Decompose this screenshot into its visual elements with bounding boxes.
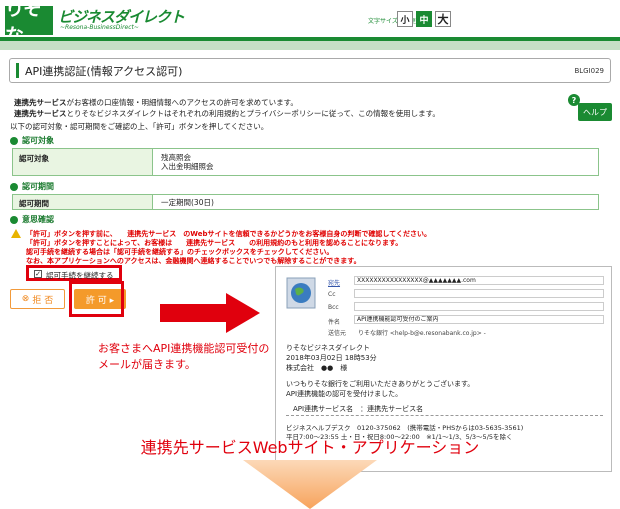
- service-name: 連携先サービス: [14, 109, 67, 118]
- section-consent-heading: 意思確認: [10, 214, 54, 225]
- brand: ビジネスダイレクト ~Resona-BusinessDirect~: [58, 6, 188, 35]
- font-size-medium-button[interactable]: 中: [416, 11, 432, 27]
- screen-code: BLGI029: [574, 67, 604, 75]
- section-label: 認可期間: [22, 182, 54, 191]
- email-body-line: API連携機能の認可を受付けました。: [286, 390, 403, 398]
- service-name: 連携先サービス: [14, 98, 67, 107]
- intro-line-1: 連携先サービスがお客様の口座情報・明細情報へのアクセスの許可を求めています。: [14, 97, 298, 108]
- font-size-large-button[interactable]: 大: [435, 11, 451, 27]
- header-subbar: [0, 41, 620, 50]
- bcc-field: [354, 302, 604, 311]
- to-field: XXXXXXXXXXXXXXXX@▲▲▲▲▲▲▲.com: [354, 276, 604, 285]
- intro-text: とりそなビジネスダイレクトはそれぞれの利用規約とプライバシーポリシーに従って、こ…: [66, 109, 440, 118]
- note-line-2: メールが届きます。: [98, 358, 196, 371]
- reject-label: 拒 否: [32, 295, 54, 306]
- bcc-label: Bcc: [328, 304, 339, 311]
- cc-field: [354, 289, 604, 298]
- subject-label: 件名: [328, 319, 341, 326]
- intro-text: がお客様の口座情報・明細情報へのアクセスの許可を求めています。: [66, 98, 298, 107]
- target-value-2: 入出金明細照会: [161, 162, 214, 171]
- globe-mail-icon: [286, 277, 316, 309]
- continue-checkbox-label[interactable]: 認可手続を継続する: [46, 270, 114, 281]
- target-label: 認可対象: [13, 149, 153, 175]
- page-title: API連携認証(情報アクセス認可): [25, 65, 183, 78]
- title-accent: [16, 63, 19, 78]
- from-value: りそな銀行 <help-b@e.resonabank.co.jp> -: [358, 330, 486, 337]
- right-arrow-icon: [160, 293, 260, 333]
- cc-label: Cc: [328, 291, 336, 298]
- period-value: 一定期間(30日): [161, 198, 214, 207]
- down-arrow-icon: [243, 460, 377, 509]
- target-row: 認可対象 残高照会 入出金明細照会: [12, 148, 599, 176]
- section-period-heading: 認可期間: [10, 181, 54, 192]
- email-divider: [286, 415, 603, 416]
- bullet-icon: [10, 182, 18, 191]
- email-body-line: いつもりそな銀行をご利用いただきありがとうございます。: [286, 380, 475, 388]
- page-title-box: API連携認証(情報アクセス認可) BLGI029: [9, 58, 611, 83]
- reject-button[interactable]: ⊗ 拒 否: [10, 289, 65, 309]
- warning-icon: [11, 229, 21, 238]
- subject-field: API連携機能認可受付のご案内: [354, 315, 604, 324]
- bullet-icon: [10, 136, 18, 145]
- bullet-icon: [10, 215, 18, 224]
- period-row: 認可期間 一定期間(30日): [12, 194, 599, 210]
- brand-subtitle: ~Resona-BusinessDirect~: [60, 24, 139, 31]
- help-button[interactable]: ヘルプ: [578, 103, 612, 121]
- period-label: 認可期間: [13, 195, 153, 209]
- section-target-heading: 認可対象: [10, 135, 54, 146]
- email-body-line: API連携サービス名 ：連携先サービス名: [286, 405, 424, 413]
- email-body-line: 株式会社 ●● 様: [286, 364, 348, 372]
- footer-title: 連携先サービスWebサイト・アプリケーション: [140, 438, 480, 457]
- target-value-1: 残高照会: [161, 153, 191, 162]
- email-body-line: りそなビジネスダイレクト: [286, 344, 370, 352]
- email-body-line: 2018年03月02日 18時53分: [286, 354, 377, 362]
- resona-logo: りそな: [5, 0, 53, 47]
- intro-line-3: 以下の認可対象・認可期間をご確認の上、「許可」ボタンを押してください。: [10, 122, 269, 131]
- section-label: 認可対象: [22, 136, 54, 145]
- font-size-small-button[interactable]: 小: [397, 11, 413, 27]
- reject-icon: ⊗: [21, 294, 30, 304]
- note-line-1: お客さまへAPI連携機能認可受付の: [98, 342, 270, 355]
- allow-highlight: [69, 281, 124, 317]
- from-label: 送信元: [328, 330, 347, 337]
- intro-line-2: 連携先サービスとりそなビジネスダイレクトはそれぞれの利用規約とプライバシーポリシ…: [14, 108, 440, 119]
- to-label[interactable]: 宛先: [328, 278, 340, 287]
- continue-checkbox[interactable]: ✓: [34, 270, 42, 278]
- section-label: 意思確認: [22, 215, 54, 224]
